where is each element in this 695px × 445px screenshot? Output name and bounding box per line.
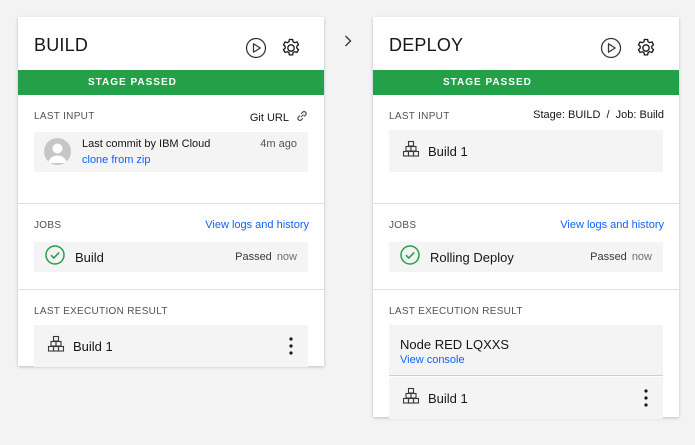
stage-title: DEPLOY [389,35,464,55]
section-label: LAST EXECUTION RESULT [34,306,168,317]
view-console-link[interactable]: View console [400,354,465,366]
stage-header: BUILD [18,17,324,70]
app-result-tile: Node RED LQXXS View console [389,325,663,376]
jobs-section: JOBS View logs and history Rolling Deplo… [373,204,679,290]
last-execution-section: LAST EXECUTION RESULT Node RED LQXXS Vie… [373,290,679,419]
stage-card-build: BUILD STAGE PASSED LAST INPUT Git URL La… [18,17,324,367]
section-label: LAST INPUT [34,111,95,122]
checkmark-outline-icon [400,244,420,270]
link-icon [295,109,309,126]
overflow-menu-icon[interactable] [639,386,653,410]
last-execution-section: LAST EXECUTION RESULT Build 1 [18,290,324,367]
job-time: now [631,251,652,263]
section-label: LAST INPUT [389,111,450,122]
gear-icon[interactable] [279,36,303,60]
job-status: Passed [235,251,272,263]
build-blocks-icon [402,387,420,410]
commit-time: 4m ago [260,138,297,150]
git-url-link[interactable]: Git URL [250,109,309,126]
execution-result-tile: Build 1 [389,377,663,419]
job-tile[interactable]: Rolling Deploy Passed now [389,242,663,272]
section-label: LAST EXECUTION RESULT [389,306,523,317]
commit-tile: Last commit by IBM Cloud 4m ago clone fr… [34,132,308,172]
job-status: Passed [590,251,627,263]
view-logs-link[interactable]: View logs and history [205,219,309,231]
stage-card-deploy: DEPLOY STAGE PASSED LAST INPUT Stage: BU… [373,17,679,419]
stage-header: DEPLOY [373,17,679,70]
build-label: Build 1 [428,143,468,159]
view-logs-link[interactable]: View logs and history [560,219,664,231]
commit-author: Last commit by IBM Cloud [82,138,211,150]
last-input-section: LAST INPUT Stage: BUILD / Job: Build Bui… [373,95,679,204]
stage-title: BUILD [34,35,89,55]
stage-passed-banner: STAGE PASSED [373,70,679,95]
input-build-tile: Build 1 [389,130,663,172]
git-url-label: Git URL [249,111,289,124]
play-icon[interactable] [244,36,268,60]
job-time: now [276,251,297,263]
jobs-section: JOBS View logs and history Build Passed … [18,204,324,290]
app-name: Node RED LQXXS [400,337,510,352]
stage-passed-banner: STAGE PASSED [18,70,324,95]
build-blocks-icon [402,140,420,163]
job-tile[interactable]: Build Passed now [34,242,308,272]
play-icon[interactable] [599,36,623,60]
overflow-menu-icon[interactable] [284,334,298,358]
gear-icon[interactable] [634,36,658,60]
execution-result-tile: Build 1 [34,325,308,367]
job-name: Rolling Deploy [430,249,514,265]
job-name: Build [75,249,104,265]
build-blocks-icon [47,335,65,358]
last-input-section: LAST INPUT Git URL Last commit by IBM Cl… [18,95,324,204]
clone-link[interactable]: clone from zip [82,154,150,166]
section-label: JOBS [34,220,62,231]
checkmark-outline-icon [45,244,65,270]
section-label: JOBS [389,220,417,231]
user-avatar-icon [44,138,71,165]
chevron-right-icon [341,34,355,48]
input-source: Stage: BUILD / Job: Build [533,109,664,121]
build-label: Build 1 [428,390,468,406]
build-label: Build 1 [73,338,113,354]
